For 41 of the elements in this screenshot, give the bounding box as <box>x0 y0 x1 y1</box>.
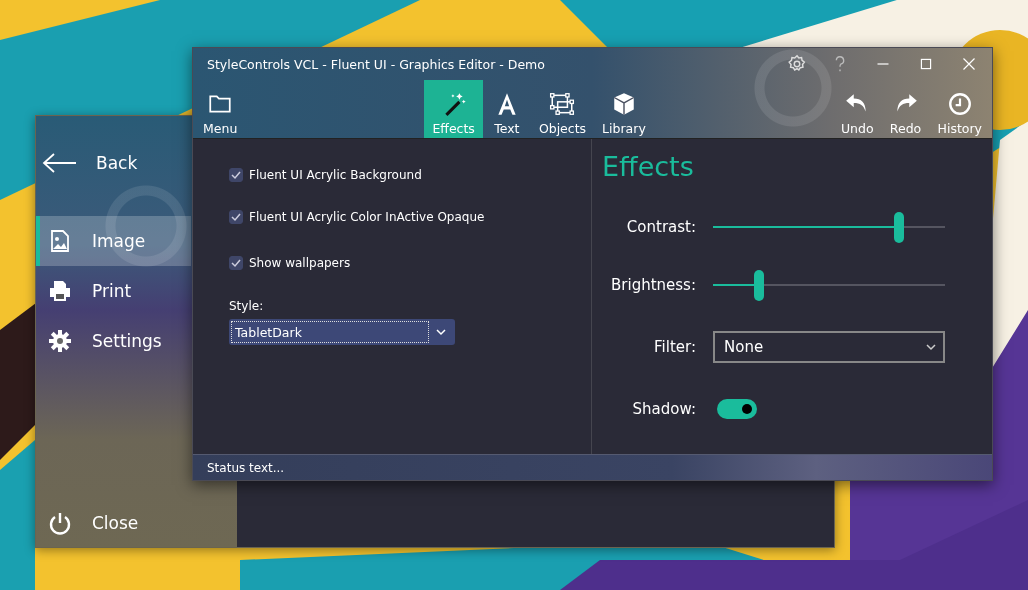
chevron-icon <box>435 326 447 338</box>
image-icon <box>48 229 72 253</box>
section-title: Effects <box>602 150 695 184</box>
field-label: Style: <box>229 299 265 313</box>
toolbar-button[interactable]: Objects <box>530 80 595 138</box>
nav-item[interactable]: Print <box>36 266 191 316</box>
back-button[interactable]: Back <box>36 138 191 188</box>
toggle-label: Shadow: <box>631 400 696 418</box>
nav-item[interactable]: Image <box>36 216 191 266</box>
window-title: StyleControls VCL - Fluent UI - Graphics Editor - Demo <box>207 56 545 72</box>
toolbar-button[interactable]: History <box>929 80 990 138</box>
checkbox[interactable] <box>229 256 243 270</box>
power-icon <box>48 511 72 535</box>
selection-icon <box>549 91 576 117</box>
nav-item[interactable]: Settings <box>36 316 191 366</box>
slider[interactable] <box>713 269 945 301</box>
toolbar-button[interactable]: Text <box>482 80 531 138</box>
toggle-switch[interactable] <box>717 399 757 419</box>
field-label: Filter: <box>653 338 696 356</box>
checkbox[interactable] <box>229 210 243 224</box>
clock-icon <box>946 91 973 117</box>
slider-label: Brightness: <box>610 276 696 294</box>
slider[interactable] <box>713 211 945 243</box>
checkbox-label: Fluent UI Acrylic Color InActive Opaque <box>249 210 485 224</box>
style-dropdown[interactable]: TabletDark <box>229 319 455 345</box>
toolbar-button[interactable]: Library <box>594 80 654 138</box>
status-text: Status text... <box>207 460 285 475</box>
back-arrow-icon <box>42 153 78 173</box>
checkbox-label: Fluent UI Acrylic Background <box>249 168 422 182</box>
slider-thumb[interactable] <box>754 269 765 301</box>
toolbar-button[interactable]: Menu <box>195 80 246 138</box>
slider-thumb[interactable] <box>893 211 904 243</box>
checkbox[interactable] <box>229 168 243 182</box>
toolbar-button[interactable]: Redo <box>881 80 930 138</box>
filter-dropdown[interactable]: None <box>713 331 945 363</box>
printer-icon <box>48 279 72 303</box>
toolbar-button[interactable]: Undo <box>832 80 882 138</box>
close-button[interactable]: Close <box>36 505 191 541</box>
slider-label: Contrast: <box>625 218 696 236</box>
chevron-icon <box>925 341 937 353</box>
checkbox-label: Show wallpapers <box>249 256 351 270</box>
